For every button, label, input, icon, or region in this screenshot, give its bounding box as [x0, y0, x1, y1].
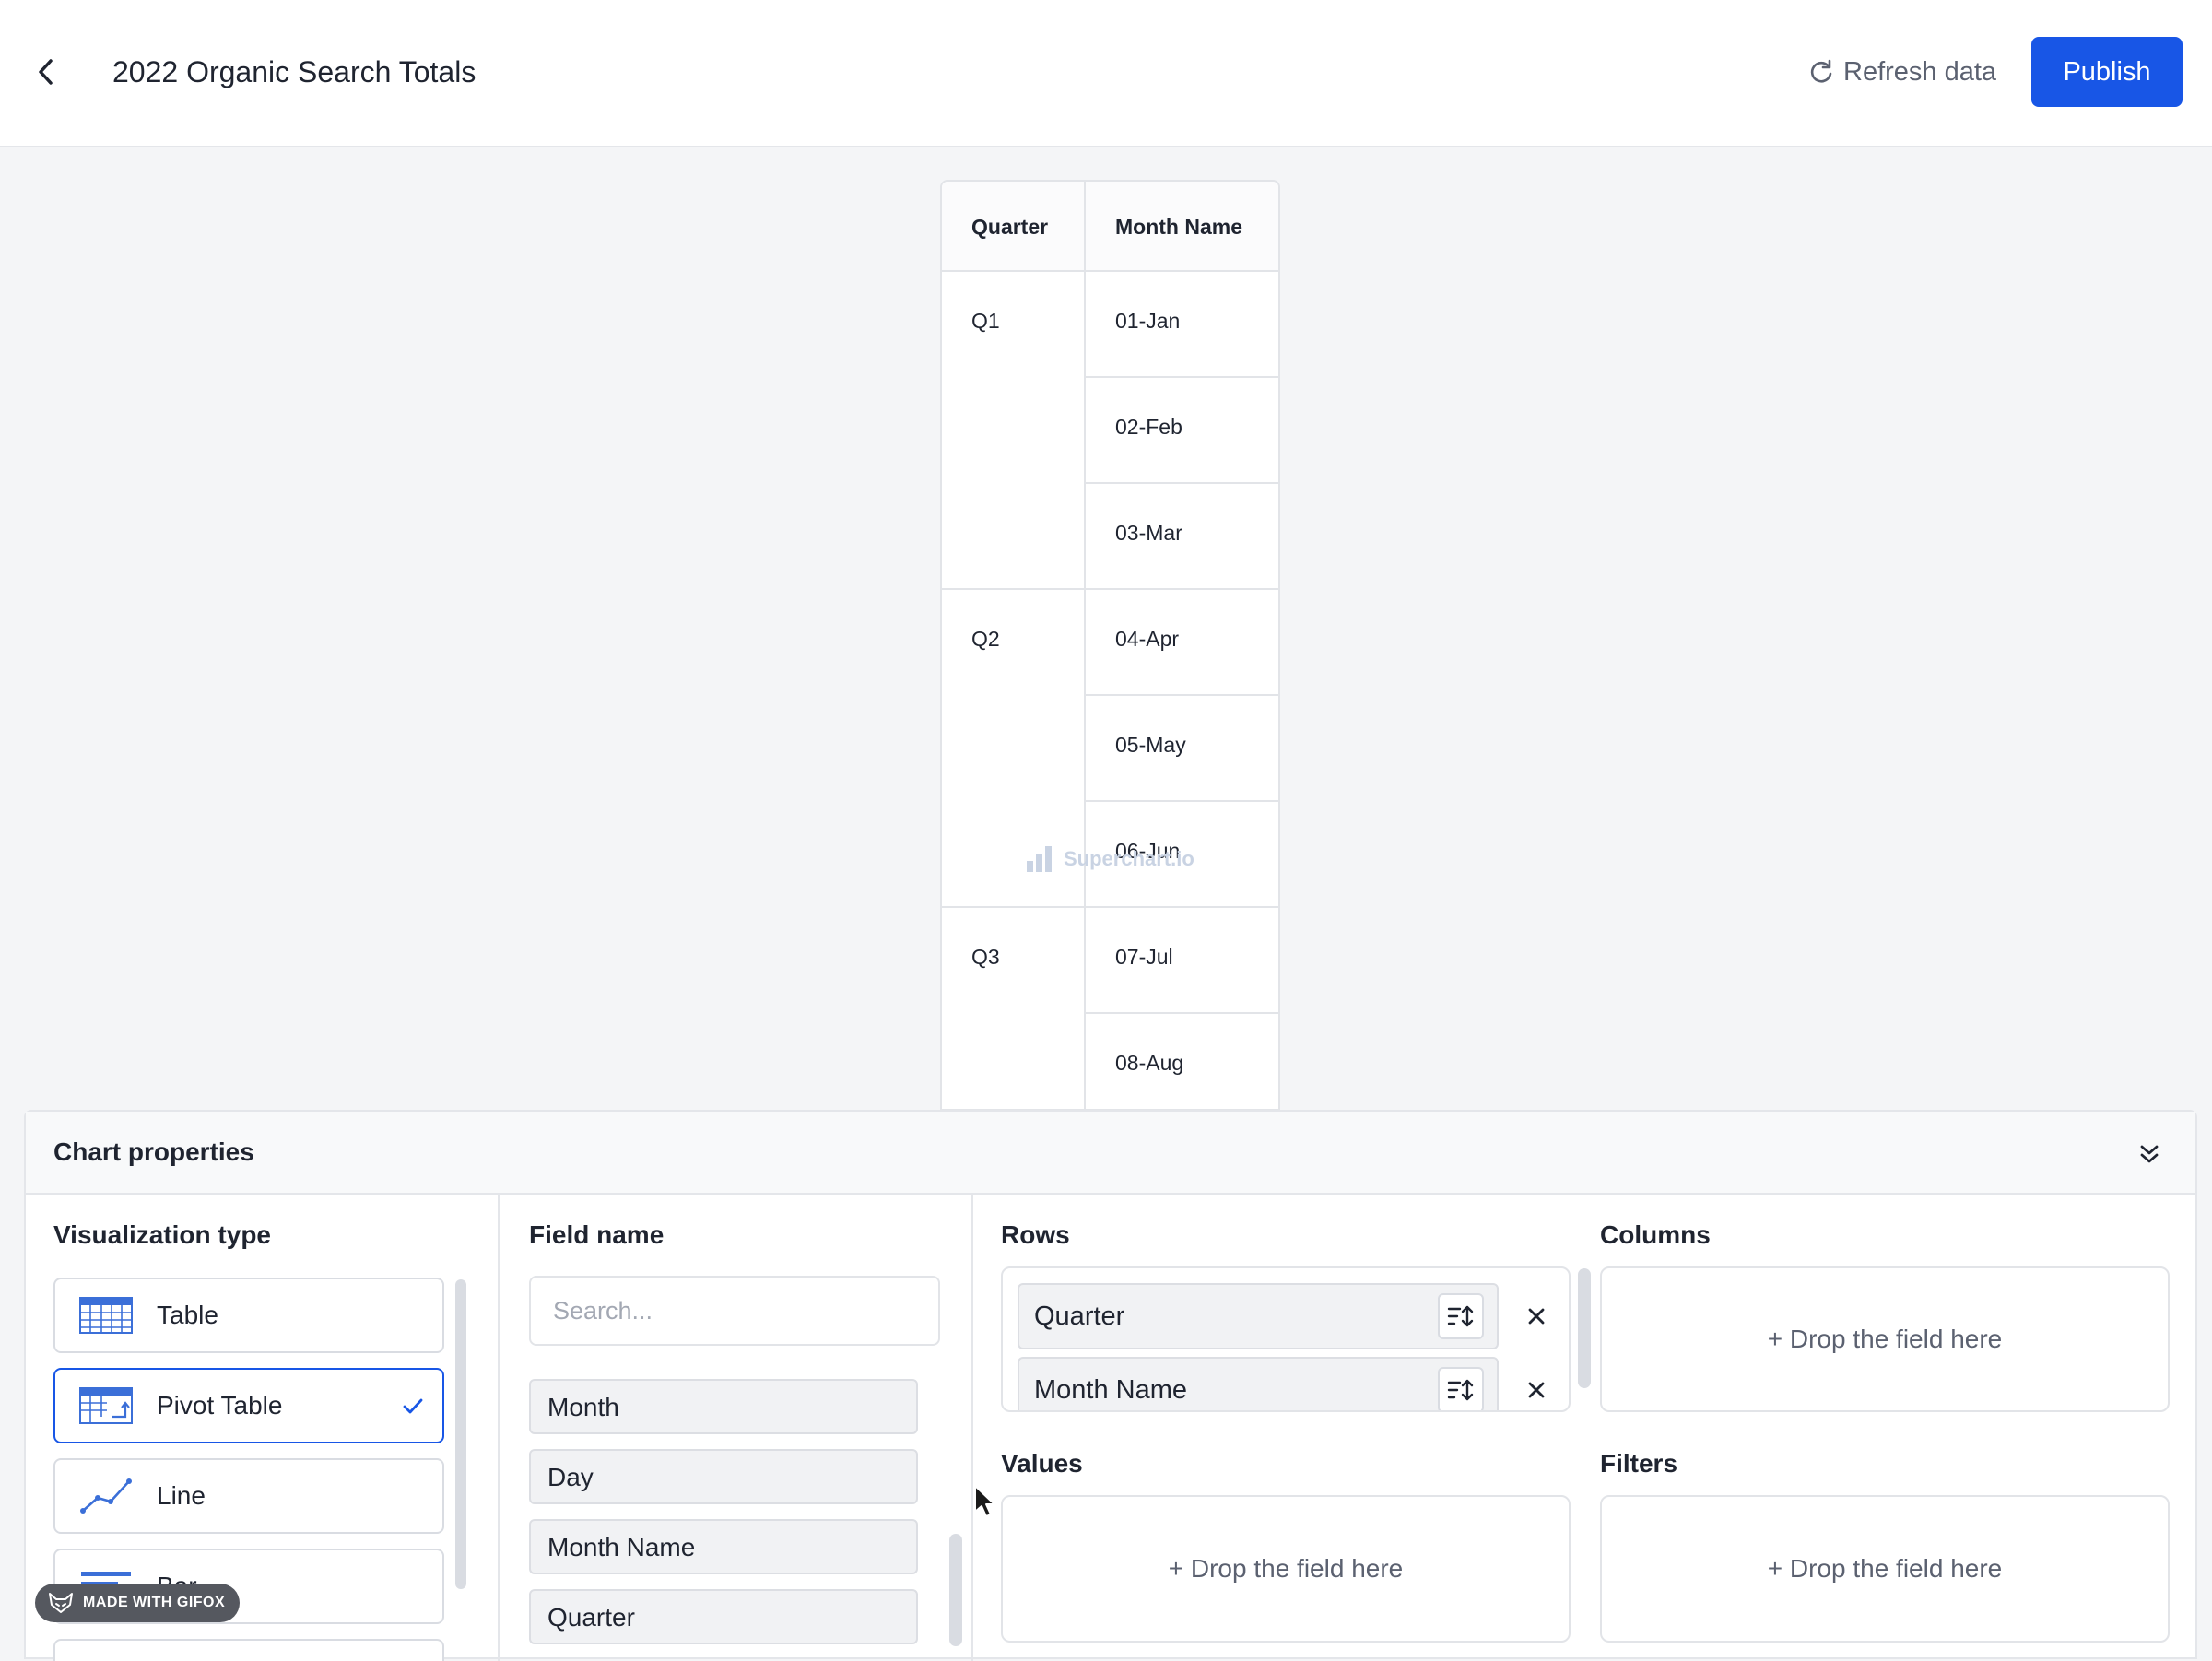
values-title: Values — [1001, 1449, 1083, 1478]
row-field-quarter[interactable]: Quarter — [1018, 1283, 1499, 1349]
month-name-column: Month Name 01-Jan 02-Feb 03-Mar 04-Apr 0… — [1086, 182, 1278, 1109]
refresh-data-label: Refresh data — [1843, 56, 1997, 87]
drop-zone-label: + Drop the field here — [1168, 1554, 1404, 1583]
chevron-left-icon — [39, 59, 53, 85]
top-bar: 2022 Organic Search Totals Refresh data … — [0, 0, 2212, 147]
row-header-q3: Q3 — [971, 945, 1000, 969]
values-drop-zone[interactable]: + Drop the field here — [1001, 1495, 1571, 1643]
gifox-badge-label: MADE WITH GIFOX — [83, 1595, 226, 1610]
watermark: Superchart.io — [1025, 846, 1194, 872]
fox-icon — [49, 1593, 73, 1613]
viz-type-label: Table — [157, 1301, 218, 1329]
viz-type-line[interactable]: Line — [53, 1458, 444, 1534]
close-icon — [1528, 1382, 1545, 1398]
chart-properties-header: Chart properties — [26, 1112, 2195, 1195]
table-cell: 03-Mar — [1086, 484, 1278, 590]
remove-row-field-button[interactable] — [1521, 1301, 1552, 1332]
viz-type-more[interactable] — [53, 1639, 444, 1661]
pivot-table: Quarter Q1 Q2 Q3 Month Name 01-Jan 02-Fe… — [940, 180, 1280, 1111]
column-header-month-name[interactable]: Month Name — [1086, 182, 1278, 272]
table-cell: 01-Jan — [1086, 272, 1278, 378]
back-button[interactable] — [28, 53, 65, 90]
drop-zone-label: + Drop the field here — [1767, 1554, 2003, 1583]
table-cell: 04-Apr — [1086, 590, 1278, 696]
row-field-label: Quarter — [1034, 1302, 1125, 1331]
chart-properties-panel: Chart properties Visualization type Tabl… — [24, 1110, 2197, 1661]
table-cell: 07-Jul — [1086, 908, 1278, 1014]
sort-button[interactable] — [1438, 1293, 1484, 1339]
columns-drop-zone[interactable]: + Drop the field here — [1600, 1266, 2170, 1412]
check-icon — [403, 1398, 423, 1414]
field-search-input[interactable] — [529, 1276, 940, 1346]
table-icon — [79, 1297, 133, 1334]
row-field-label: Month Name — [1034, 1375, 1188, 1405]
watermark-text: Superchart.io — [1064, 847, 1194, 870]
sort-icon — [1447, 1305, 1474, 1327]
columns-title: Columns — [1600, 1220, 1711, 1249]
table-cell: 02-Feb — [1086, 378, 1278, 484]
drop-zone-label: + Drop the field here — [1767, 1325, 2003, 1353]
field-list-scrollbar[interactable] — [949, 1534, 962, 1646]
quarter-column: Quarter Q1 Q2 Q3 — [942, 182, 1086, 1109]
viz-type-label: Pivot Table — [157, 1391, 283, 1420]
viz-type-pivot-table[interactable]: Pivot Table — [53, 1368, 444, 1443]
chart-properties-title: Chart properties — [53, 1137, 254, 1166]
filters-title: Filters — [1600, 1449, 1678, 1478]
rows-scrollbar[interactable] — [1578, 1268, 1591, 1388]
double-chevron-down-icon — [2140, 1145, 2159, 1163]
sort-icon — [1447, 1379, 1474, 1401]
field-item-day[interactable]: Day — [529, 1449, 918, 1504]
publish-button[interactable]: Publish — [2031, 37, 2183, 107]
visualization-scrollbar[interactable] — [455, 1279, 466, 1589]
field-name-title: Field name — [529, 1220, 665, 1249]
row-field-month-name[interactable]: Month Name — [1018, 1357, 1499, 1410]
field-item-quarter[interactable]: Quarter — [529, 1589, 918, 1644]
refresh-icon — [1810, 59, 1832, 83]
field-name-section: Field name Month Day Month Name Quarter — [500, 1195, 973, 1661]
page-title: 2022 Organic Search Totals — [112, 55, 477, 88]
gifox-badge: MADE WITH GIFOX — [35, 1584, 241, 1622]
sort-button[interactable] — [1438, 1367, 1484, 1410]
viz-type-label: Line — [157, 1481, 206, 1510]
line-chart-icon — [80, 1478, 132, 1514]
column-header-quarter[interactable]: Quarter — [942, 182, 1084, 272]
pivot-table-icon — [79, 1387, 133, 1424]
table-cell: 08-Aug — [1086, 1014, 1278, 1109]
mouse-cursor-icon — [974, 1485, 995, 1517]
filters-drop-zone[interactable]: + Drop the field here — [1600, 1495, 2170, 1643]
rows-title: Rows — [1001, 1220, 1070, 1249]
field-item-month-name[interactable]: Month Name — [529, 1519, 918, 1574]
row-header-q1: Q1 — [942, 272, 1084, 590]
close-icon — [1528, 1308, 1545, 1325]
visualization-type-title: Visualization type — [53, 1220, 271, 1249]
remove-row-field-button[interactable] — [1521, 1374, 1552, 1406]
table-cell: 05-May — [1086, 696, 1278, 802]
rows-drop-zone[interactable]: Quarter Month Name — [1001, 1266, 1571, 1412]
viz-type-table[interactable]: Table — [53, 1278, 444, 1353]
collapse-panel-button[interactable] — [2131, 1136, 2168, 1172]
field-item-month[interactable]: Month — [529, 1379, 918, 1434]
refresh-data-button[interactable]: Refresh data — [1808, 52, 1996, 92]
superchart-logo-icon — [1027, 846, 1052, 872]
